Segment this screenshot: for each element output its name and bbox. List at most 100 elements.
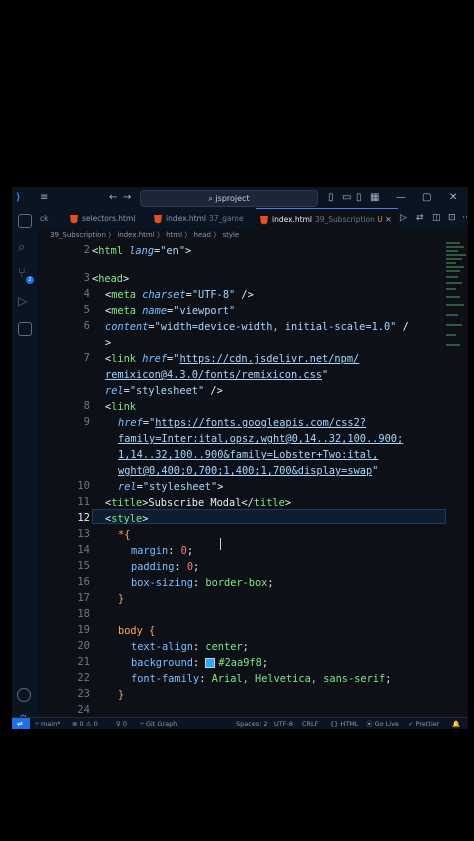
code-line: <meta charset="UTF-8" />: [105, 289, 254, 301]
minimap-line: [446, 270, 460, 272]
search-icon[interactable]: ⌕: [18, 240, 25, 255]
tab-selectors[interactable]: selectors.html: [70, 208, 150, 229]
layout-secondary-icon[interactable]: ▯: [356, 187, 362, 208]
command-search-box[interactable]: ⌕ jsproject: [140, 190, 318, 207]
code-line: text-align: center;: [131, 641, 249, 653]
layout-sidebar-icon[interactable]: ▯: [328, 187, 334, 208]
check-icon: ✓: [408, 720, 416, 728]
layout-panel-icon[interactable]: ▭: [342, 187, 351, 208]
line-number: 6: [83, 320, 90, 332]
vscode-logo-icon: ⟩: [16, 192, 21, 203]
open-changes-icon[interactable]: ⇄: [416, 213, 424, 223]
line-number: 12: [77, 512, 90, 524]
line-number: 18: [77, 608, 90, 620]
minimap-line: [446, 288, 456, 290]
git-graph-label: Git Graph: [145, 720, 178, 728]
code-line: <style>: [105, 513, 149, 525]
compare-icon[interactable]: ⊡: [448, 213, 456, 223]
minimap-line: [446, 262, 456, 264]
notifications-icon[interactable]: 🔔: [452, 718, 460, 729]
activity-bar: ⌕ ⑂ 2 ▷ ⚙: [12, 208, 38, 726]
explorer-icon[interactable]: [18, 214, 32, 228]
line-number: 9: [83, 416, 90, 428]
line-number: 20: [77, 640, 90, 652]
line-number: 21: [77, 656, 90, 668]
remote-indicator[interactable]: ⇌: [12, 718, 30, 729]
code-line: box-sizing: border-box;: [131, 577, 274, 589]
code-line: body {: [118, 625, 156, 637]
code-line: padding: 0;: [131, 561, 200, 573]
code-line: rel="stylesheet" />: [105, 385, 223, 397]
split-editor-icon[interactable]: ◫: [432, 213, 441, 223]
code-line: *{: [118, 529, 131, 541]
line-number: 2: [83, 244, 90, 256]
code-line: <title>Subscribe Modal</title>: [105, 497, 292, 509]
forward-arrow-icon[interactable]: →: [123, 187, 131, 208]
prettier-status[interactable]: ✓ Prettier: [408, 718, 439, 729]
layout-customize-icon[interactable]: ▦: [370, 187, 379, 208]
code-line: content="width=device-width, initial-sca…: [105, 321, 409, 333]
remote-icon: ⇌: [17, 720, 23, 728]
line-number: 14: [77, 544, 90, 556]
run-debug-icon[interactable]: ▷: [18, 294, 27, 308]
minimap-line: [446, 276, 458, 278]
ports-status[interactable]: ⚲ 0: [116, 718, 127, 729]
code-line: href="https://fonts.googleapis.com/css2?: [118, 417, 366, 429]
menu-icon[interactable]: ≡: [40, 187, 48, 208]
close-tab-icon[interactable]: ✕: [385, 215, 391, 224]
eol-status[interactable]: CRLF: [302, 718, 318, 729]
code-line: 1,14..32,100..900&family=Lobster+Two:ita…: [118, 449, 379, 461]
go-live-status[interactable]: ⦿ Go Live: [366, 718, 399, 729]
tab-ck[interactable]: ck: [40, 208, 66, 229]
minimap-line: [446, 242, 460, 244]
html-file-icon: [154, 214, 162, 224]
code-editor[interactable]: <html lang="en"> <head> <meta charset="U…: [92, 242, 446, 701]
close-icon[interactable]: ✕: [449, 187, 457, 208]
tab-path: 37_game: [209, 214, 244, 223]
code-line: }: [118, 593, 125, 605]
minimap-line: [446, 254, 466, 256]
indentation-status[interactable]: Spaces: 2: [236, 718, 268, 729]
minimize-icon[interactable]: —: [396, 187, 406, 208]
git-graph-status[interactable]: ⑂ Git Graph: [140, 718, 177, 729]
branch-status[interactable]: ⑂ main*: [35, 718, 60, 729]
warning-count: 0: [93, 720, 98, 728]
line-number: 7: [83, 352, 90, 364]
line-number: 23: [77, 688, 90, 700]
tab-index-39-subscription[interactable]: index.html 39_Subscription U ✕: [256, 208, 398, 230]
account-icon[interactable]: [17, 688, 31, 702]
line-number: 16: [77, 576, 90, 588]
run-icon[interactable]: ▷: [400, 213, 407, 223]
prettier-label: Prettier: [415, 720, 440, 728]
color-swatch[interactable]: [205, 658, 216, 668]
line-number: 13: [77, 528, 90, 540]
code-line: <link href="https://cdn.jsdelivr.net/npm…: [105, 353, 360, 365]
code-line: font-family: Arial, Helvetica, sans-seri…: [131, 673, 392, 685]
tab-label: selectors.html: [82, 214, 136, 223]
back-arrow-icon[interactable]: ←: [109, 187, 117, 208]
language-mode-status[interactable]: {} HTML: [330, 718, 358, 729]
source-control-icon[interactable]: ⑂: [18, 266, 26, 281]
minimap-line: [446, 344, 460, 346]
line-number: 3: [83, 272, 90, 284]
more-actions-icon[interactable]: ⋯: [462, 213, 468, 223]
extensions-icon[interactable]: [18, 322, 32, 336]
encoding-status[interactable]: UTF-8: [274, 718, 293, 729]
problems-status[interactable]: ⊗ 0 ⚠ 0: [72, 718, 98, 729]
line-number: 11: [77, 496, 90, 508]
minimap[interactable]: [446, 242, 468, 362]
error-count: 0: [79, 720, 84, 728]
code-line: background: #2aa9f8;: [131, 657, 269, 669]
line-number: 17: [77, 592, 90, 604]
editor-window: ⟩ ≡ ← → ⌕ jsproject ▯ ▭ ▯ ▦ — ▢ ✕ ⌕ ⑂ 2 …: [12, 187, 468, 729]
maximize-icon[interactable]: ▢: [422, 187, 431, 208]
code-line: wght@0,400;0,700;1,400;1,700&display=swa…: [118, 465, 379, 477]
line-number: 5: [83, 304, 90, 316]
modified-badge: U: [377, 215, 383, 224]
line-number: 22: [77, 672, 90, 684]
breadcrumb[interactable]: 39_Subscription 〉 index.html 〉 html 〉 he…: [38, 229, 468, 242]
tab-index-37-game[interactable]: index.html 37_game: [154, 208, 254, 229]
status-bar: ⇌ ⑂ main* ⊗ 0 ⚠ 0 ⚲ 0 ⑂ Git Graph Spaces…: [12, 717, 468, 729]
code-line: <head>: [92, 273, 130, 285]
code-line: family=Inter:ital,opsz,wght@0,14..32,100…: [118, 433, 404, 445]
